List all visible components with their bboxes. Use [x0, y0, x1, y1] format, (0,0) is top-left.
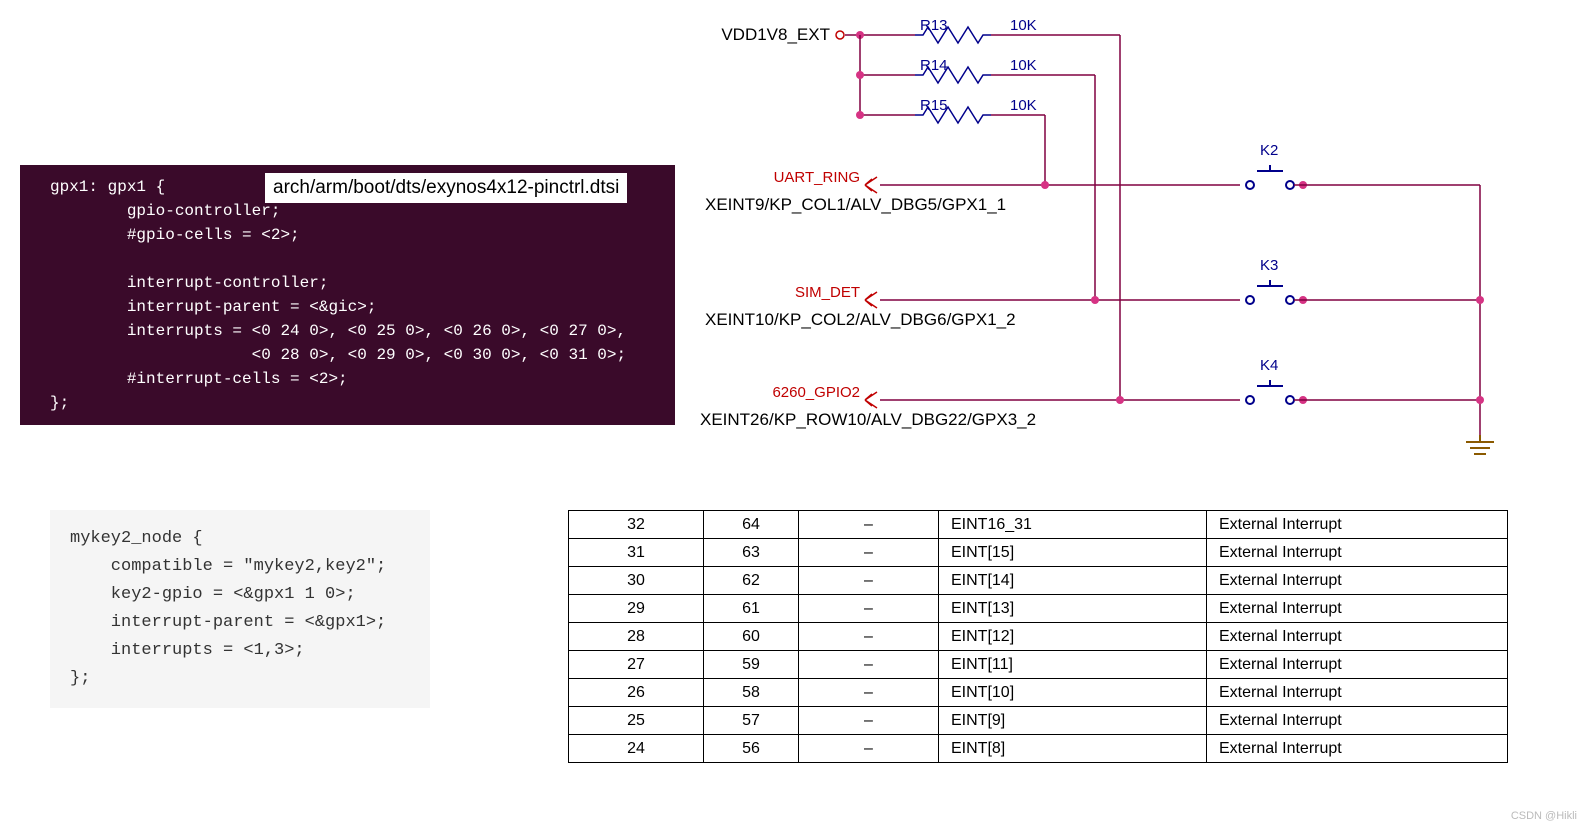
dts-file-path: arch/arm/boot/dts/exynos4x12-pinctrl.dts…	[265, 173, 627, 203]
junction-icon	[1041, 181, 1049, 189]
xeint10-pin: XEINT10/KP_COL2/ALV_DBG6/GPX1_2	[705, 310, 1016, 329]
table-row: 2961–EINT[13]External Interrupt	[569, 595, 1508, 623]
table-row: 2860–EINT[12]External Interrupt	[569, 623, 1508, 651]
k3-refdes: K3	[1260, 257, 1278, 274]
code-line: interrupt-parent = <&gpx1>;	[70, 613, 386, 632]
code-line: gpio-controller;	[50, 202, 280, 220]
6260-gpio2-net: 6260_GPIO2	[772, 384, 860, 401]
vdd-terminal-icon	[836, 31, 844, 39]
r13-refdes: R13	[920, 17, 948, 34]
code-line: interrupts = <0 24 0>, <0 25 0>, <0 26 0…	[50, 322, 626, 340]
code-line: interrupt-controller;	[50, 274, 328, 292]
vdd-label: VDD1V8_EXT	[721, 25, 830, 44]
r14-value: 10K	[1010, 57, 1037, 74]
gpx1-dts-code: gpx1: gpx1 { gpio-controller; #gpio-cell…	[20, 165, 675, 425]
r15-value: 10K	[1010, 97, 1037, 114]
junction-icon	[1476, 296, 1484, 304]
code-line: interrupts = <1,3>;	[70, 641, 305, 660]
r14-icon	[915, 67, 991, 83]
ground-icon	[1466, 435, 1494, 454]
r14-refdes: R14	[920, 57, 948, 74]
r15-icon	[915, 107, 991, 123]
junction-icon	[1476, 396, 1484, 404]
code-line: compatible = "mykey2,key2";	[70, 557, 386, 576]
circuit-schematic: VDD1V8_EXT R13 10K R14 10K R15 10K UART_…	[700, 10, 1570, 470]
junction-icon	[1091, 296, 1099, 304]
table-row: 2557–EINT[9]External Interrupt	[569, 707, 1508, 735]
code-line: #interrupt-cells = <2>;	[50, 370, 348, 388]
code-line: };	[70, 669, 90, 688]
code-line: };	[50, 394, 69, 412]
net-port-icon	[865, 292, 877, 308]
table-row: 3163–EINT[15]External Interrupt	[569, 539, 1508, 567]
k2-refdes: K2	[1260, 142, 1278, 159]
mykey2-node-code: mykey2_node { compatible = "mykey2,key2"…	[50, 510, 430, 708]
table-row: 2456–EINT[8]External Interrupt	[569, 735, 1508, 763]
table-row: 2759–EINT[11]External Interrupt	[569, 651, 1508, 679]
r13-value: 10K	[1010, 17, 1037, 34]
junction-icon	[856, 111, 864, 119]
code-line: #gpio-cells = <2>;	[50, 226, 300, 244]
table-row: 3264–EINT16_31External Interrupt	[569, 511, 1508, 539]
table-row: 2658–EINT[10]External Interrupt	[569, 679, 1508, 707]
code-line: interrupt-parent = <&gic>;	[50, 298, 376, 316]
code-line: key2-gpio = <&gpx1 1 0>;	[70, 585, 356, 604]
interrupt-table-body: 3264–EINT16_31External Interrupt 3163–EI…	[569, 511, 1508, 763]
code-line: <0 28 0>, <0 29 0>, <0 30 0>, <0 31 0>;	[50, 346, 626, 364]
uart-ring-net: UART_RING	[774, 169, 860, 186]
net-port-icon	[865, 177, 877, 193]
watermark: CSDN @Hikli	[1511, 810, 1577, 822]
table-row: 3062–EINT[14]External Interrupt	[569, 567, 1508, 595]
xeint9-pin: XEINT9/KP_COL1/ALV_DBG5/GPX1_1	[705, 195, 1006, 214]
code-line: gpx1: gpx1 {	[50, 178, 165, 196]
k4-refdes: K4	[1260, 357, 1278, 374]
junction-icon	[856, 71, 864, 79]
r13-icon	[915, 27, 991, 43]
sim-det-net: SIM_DET	[795, 284, 860, 301]
junction-icon	[1116, 396, 1124, 404]
interrupt-table: 3264–EINT16_31External Interrupt 3163–EI…	[568, 510, 1508, 763]
net-port-icon	[865, 392, 877, 408]
xeint26-pin: XEINT26/KP_ROW10/ALV_DBG22/GPX3_2	[700, 410, 1036, 429]
r15-refdes: R15	[920, 97, 948, 114]
code-line: mykey2_node {	[70, 529, 203, 548]
